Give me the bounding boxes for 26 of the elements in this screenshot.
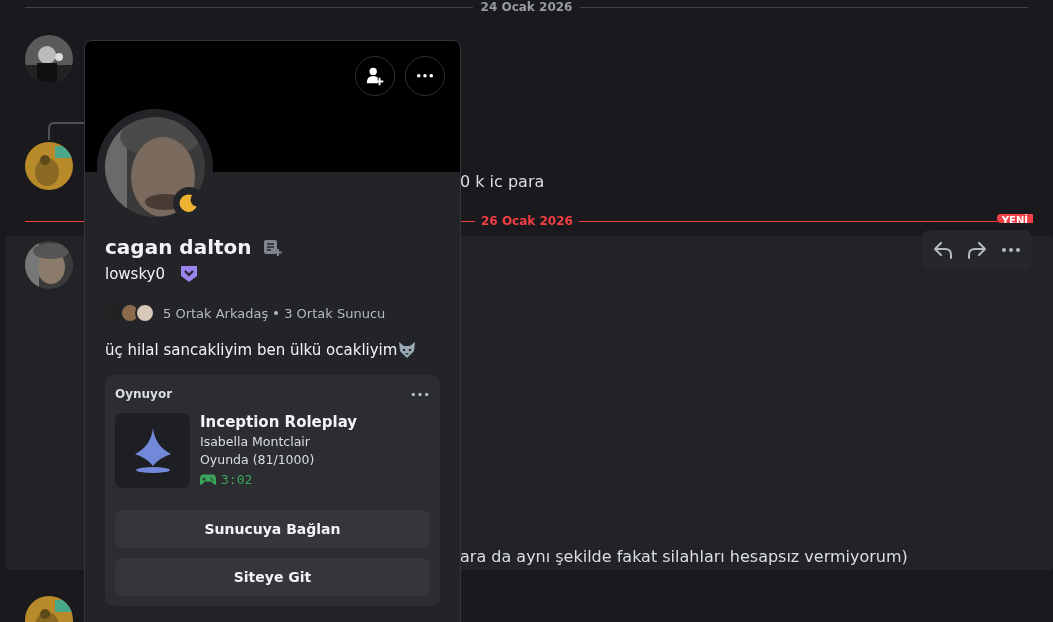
activity-header: Oynuyor — [115, 387, 173, 401]
activity-button[interactable]: Sunucuya Bağlan — [115, 510, 430, 548]
mutual-servers-link[interactable]: 3 Ortak Sunucu — [284, 305, 386, 321]
message-text: ara da aynı şekilde fakat silahları hesapsız vermiyorum) — [460, 547, 909, 566]
note-icon[interactable] — [261, 237, 282, 257]
wolf-icon — [397, 340, 418, 360]
activity-details: Isabella Montclair — [200, 434, 311, 449]
username: lowsky0 — [105, 265, 165, 283]
mutual-friends-link[interactable]: 5 Ortak Arkadaş — [163, 305, 269, 321]
activity-button[interactable]: Siteye Git — [115, 558, 430, 596]
more-icon[interactable] — [410, 390, 430, 398]
game-title: Inception Roleplay — [200, 413, 358, 431]
gamepad-icon — [200, 473, 216, 486]
message-text: 0 k ic para — [460, 171, 545, 191]
display-name: cagan dalton — [105, 235, 252, 259]
separator-dot — [274, 311, 279, 315]
shield-badge-icon — [179, 264, 199, 284]
elapsed-time: 3:02 — [221, 472, 253, 487]
more-icon — [416, 73, 434, 79]
more-button[interactable] — [405, 56, 445, 96]
bio-text: üç hilal sancakliyim ben ülkü ocakliyim — [105, 341, 398, 359]
date-divider-label: 24 Ocak 2026 — [480, 0, 573, 14]
activity-state: Oyunda (81/1000) — [200, 452, 316, 467]
add-friend-button[interactable] — [355, 56, 395, 96]
add-friend-icon — [364, 65, 386, 87]
date-divider-label: 26 Ocak 2026 — [481, 214, 573, 228]
